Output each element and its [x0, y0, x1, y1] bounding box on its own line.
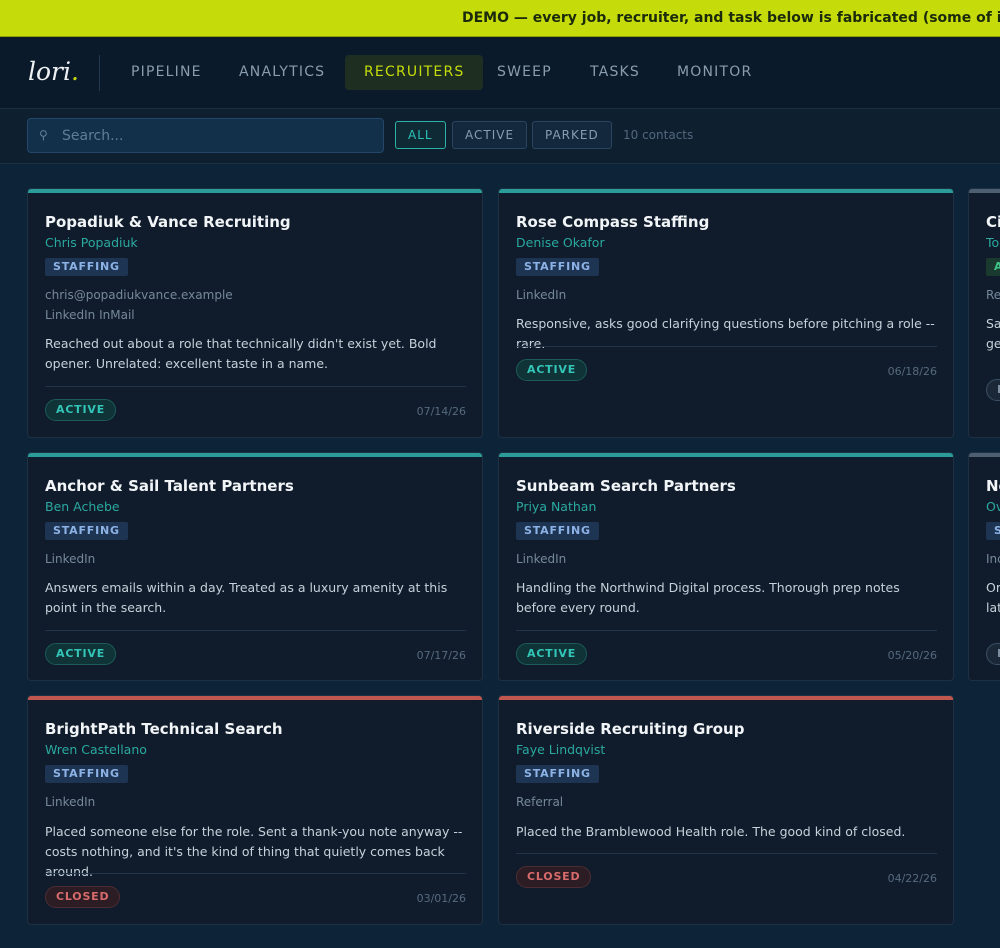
- recruiter-card[interactable]: BrightPath Technical Search Wren Castell…: [27, 695, 483, 925]
- filter-toolbar: ⚲ ALL ACTIVE PARKED 10 contacts: [0, 109, 1000, 164]
- card-note: Sa ge: [986, 316, 1000, 351]
- card-title: Riverside Recruiting Group: [516, 720, 745, 738]
- card-contact-name[interactable]: Ben Achebe: [45, 499, 120, 514]
- recruiter-card[interactable]: Riverside Recruiting Group Faye Lindqvis…: [498, 695, 954, 925]
- card-title: Sunbeam Search Partners: [516, 477, 736, 495]
- card-status-badge: ACTIVE: [45, 643, 117, 665]
- card-divider: [516, 630, 937, 631]
- card-source: Re: [986, 288, 1000, 302]
- card-date: 07/17/26: [416, 649, 466, 662]
- card-status-bar: [28, 696, 482, 700]
- card-status-bar: [28, 453, 482, 457]
- card-divider: [516, 346, 937, 347]
- card-source: LinkedIn: [45, 552, 96, 566]
- top-navigation: lori. PIPELINE ANALYTICS RECRUITERS SWEE…: [0, 37, 1000, 109]
- recruiter-card[interactable]: Rose Compass Staffing Denise Okafor STAF…: [498, 188, 954, 438]
- card-title: Rose Compass Staffing: [516, 213, 710, 231]
- recruiter-card[interactable]: Anchor & Sail Talent Partners Ben Achebe…: [27, 452, 483, 681]
- card-source: Referral: [516, 795, 564, 809]
- recruiter-card-partial[interactable]: Ne Ov S Inc Or lat P: [968, 452, 1000, 681]
- recruiter-card[interactable]: Sunbeam Search Partners Priya Nathan STA…: [498, 452, 954, 681]
- card-status-bar: [499, 189, 953, 193]
- card-date: 06/18/26: [887, 365, 937, 378]
- demo-banner-text: DEMO — every job, recruiter, and task be…: [462, 10, 1000, 26]
- card-status-bar: [499, 696, 953, 700]
- recruiter-card[interactable]: Popadiuk & Vance Recruiting Chris Popadi…: [27, 188, 483, 438]
- card-tag: STAFFING: [45, 765, 128, 783]
- card-note: Answers emails within a day. Treated as …: [45, 580, 448, 615]
- card-source: Inc: [986, 552, 1000, 566]
- nav-recruiters[interactable]: RECRUITERS: [345, 55, 484, 90]
- card-status-bar: [499, 453, 953, 457]
- card-status-badge: P: [986, 379, 1000, 401]
- card-tag: STAFFING: [516, 765, 599, 783]
- search-icon: ⚲: [39, 128, 48, 142]
- card-source: LinkedIn: [516, 552, 567, 566]
- card-contact-name[interactable]: Ov: [986, 499, 1000, 514]
- card-date: 07/14/26: [416, 405, 466, 418]
- nav-monitor[interactable]: MONITOR: [658, 55, 771, 90]
- card-tag: S: [986, 522, 1000, 540]
- app-logo[interactable]: lori.: [28, 57, 79, 86]
- card-title: Anchor & Sail Talent Partners: [45, 477, 294, 495]
- recruiter-card-partial[interactable]: Ci To A Re Sa ge P: [968, 188, 1000, 438]
- search-box[interactable]: ⚲: [27, 118, 384, 153]
- logo-divider: [99, 55, 100, 91]
- nav-sweep[interactable]: SWEEP: [478, 55, 571, 90]
- card-contact-name[interactable]: Faye Lindqvist: [516, 742, 605, 757]
- card-status-badge: CLOSED: [45, 886, 121, 908]
- card-note: Responsive, asks good clarifying questio…: [516, 316, 935, 351]
- card-status-bar: [969, 189, 1000, 193]
- filter-all-button[interactable]: ALL: [395, 121, 446, 149]
- card-status-badge: CLOSED: [516, 866, 592, 888]
- card-note: Or lat: [986, 580, 1000, 615]
- card-title: Ne: [986, 477, 1000, 495]
- card-date: 03/01/26: [416, 892, 466, 905]
- nav-pipeline[interactable]: PIPELINE: [112, 55, 221, 90]
- card-title: Ci: [986, 213, 1000, 231]
- card-divider: [45, 386, 466, 387]
- nav-tasks[interactable]: TASKS: [571, 55, 659, 90]
- card-status-badge: ACTIVE: [45, 399, 117, 421]
- card-status-bar: [28, 189, 482, 193]
- card-email[interactable]: chris@popadiukvance.example: [45, 288, 233, 302]
- card-tag: STAFFING: [45, 522, 128, 540]
- card-source: LinkedIn InMail: [45, 308, 135, 322]
- card-status-badge: P: [986, 643, 1000, 665]
- card-note: Placed the Bramblewood Health role. The …: [516, 824, 906, 839]
- card-tag: STAFFING: [516, 522, 599, 540]
- card-status-badge: ACTIVE: [516, 643, 588, 665]
- card-contact-name[interactable]: Wren Castellano: [45, 742, 147, 757]
- nav-analytics[interactable]: ANALYTICS: [220, 55, 344, 90]
- card-title: BrightPath Technical Search: [45, 720, 283, 738]
- card-tag: STAFFING: [45, 258, 128, 276]
- filter-parked-button[interactable]: PARKED: [532, 121, 612, 149]
- card-title: Popadiuk & Vance Recruiting: [45, 213, 291, 231]
- card-tag: STAFFING: [516, 258, 599, 276]
- card-divider: [516, 853, 937, 854]
- filter-active-button[interactable]: ACTIVE: [452, 121, 528, 149]
- card-status-bar: [969, 453, 1000, 457]
- card-contact-name[interactable]: Priya Nathan: [516, 499, 596, 514]
- logo-text: lori: [28, 57, 71, 86]
- card-contact-name[interactable]: Chris Popadiuk: [45, 235, 138, 250]
- logo-dot: .: [71, 57, 79, 86]
- card-date: 04/22/26: [887, 872, 937, 885]
- contact-count: 10 contacts: [623, 128, 694, 142]
- card-divider: [45, 630, 466, 631]
- card-date: 05/20/26: [887, 649, 937, 662]
- search-input[interactable]: [62, 119, 372, 152]
- card-tag: A: [986, 258, 1000, 276]
- demo-banner: DEMO — every job, recruiter, and task be…: [0, 0, 1000, 37]
- card-source: LinkedIn: [45, 795, 96, 809]
- card-note: Reached out about a role that technicall…: [45, 336, 437, 371]
- card-note: Handling the Northwind Digital process. …: [516, 580, 900, 615]
- card-divider: [45, 873, 466, 874]
- card-source: LinkedIn: [516, 288, 567, 302]
- card-contact-name[interactable]: Denise Okafor: [516, 235, 605, 250]
- card-status-badge: ACTIVE: [516, 359, 588, 381]
- card-contact-name[interactable]: To: [986, 235, 999, 250]
